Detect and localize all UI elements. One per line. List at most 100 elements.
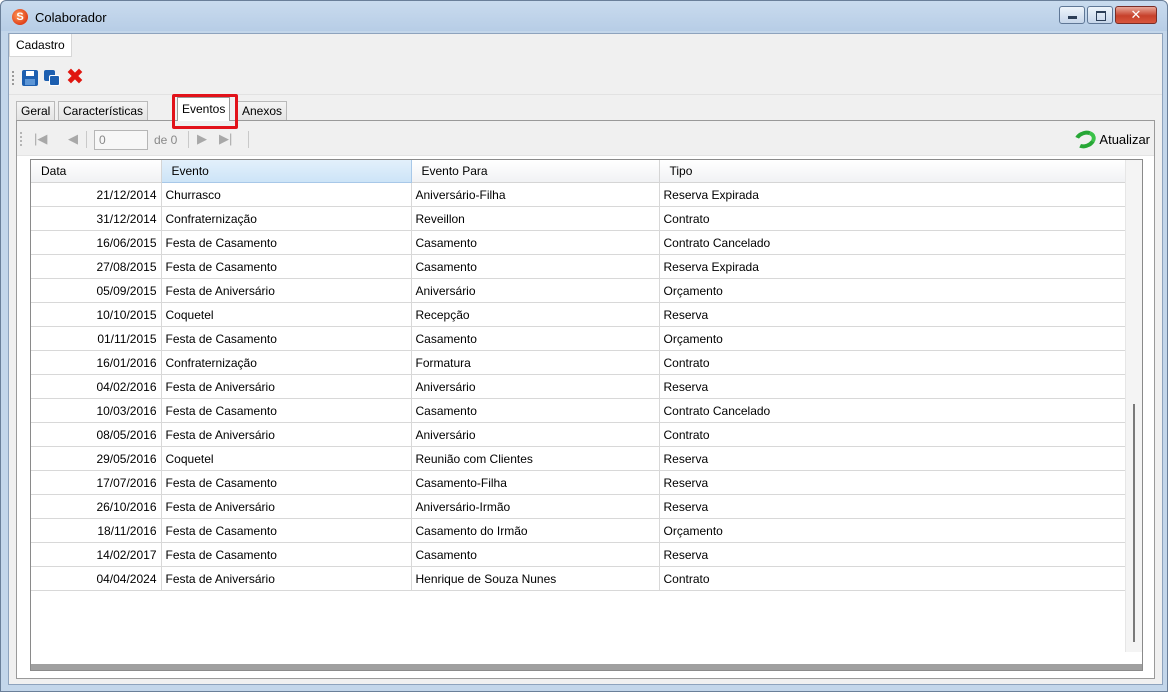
delete-icon[interactable]: ✖ bbox=[65, 66, 85, 88]
cell-data[interactable]: 18/11/2016 bbox=[31, 518, 162, 543]
column-header-tipo[interactable]: Tipo bbox=[659, 160, 1128, 183]
cell-evento-para[interactable]: Casamento bbox=[411, 542, 660, 567]
toolbar-grip[interactable] bbox=[12, 71, 16, 85]
cell-data[interactable]: 21/12/2014 bbox=[31, 182, 162, 207]
save-all-icon[interactable] bbox=[44, 70, 60, 86]
table-row[interactable]: 05/09/2015 Festa de Aniversário Aniversári… bbox=[31, 278, 1128, 303]
cell-tipo[interactable]: Contrato Cancelado bbox=[659, 398, 1128, 423]
cell-data[interactable]: 10/03/2016 bbox=[31, 398, 162, 423]
maximize-button[interactable] bbox=[1087, 6, 1113, 24]
cell-evento[interactable]: Churrasco bbox=[161, 182, 412, 207]
cell-evento-para[interactable]: Recepção bbox=[411, 302, 660, 327]
title-bar[interactable]: S Colaborador ✕ bbox=[1, 1, 1167, 33]
cell-evento-para[interactable]: Reunião com Clientes bbox=[411, 446, 660, 471]
cell-evento[interactable]: Festa de Aniversário bbox=[161, 494, 412, 519]
cell-evento-para[interactable]: Casamento bbox=[411, 326, 660, 351]
cell-evento-para[interactable]: Aniversário bbox=[411, 278, 660, 303]
events-grid[interactable]: Data Evento Evento Para Tipo 21/12/2014 C… bbox=[30, 159, 1143, 671]
cell-evento-para[interactable]: Casamento-Filha bbox=[411, 470, 660, 495]
table-row[interactable]: 04/04/2024 Festa de Aniversário Henrique d… bbox=[31, 566, 1128, 591]
cell-tipo[interactable]: Reserva Expirada bbox=[659, 254, 1128, 279]
table-row[interactable]: 17/07/2016 Festa de Casamento Casamento-Fi… bbox=[31, 470, 1128, 495]
table-row[interactable]: 10/03/2016 Festa de Casamento Casamento Con… bbox=[31, 398, 1128, 423]
cell-data[interactable]: 05/09/2015 bbox=[31, 278, 162, 303]
tab-caracteristicas[interactable]: Características bbox=[58, 101, 149, 120]
cell-data[interactable]: 04/04/2024 bbox=[31, 566, 162, 591]
table-row[interactable]: 01/11/2015 Festa de Casamento Casamento Orç… bbox=[31, 326, 1128, 351]
first-record-icon[interactable]: |◀ bbox=[34, 132, 47, 145]
table-row[interactable]: 18/11/2016 Festa de Casamento Casamento do… bbox=[31, 518, 1128, 543]
cell-tipo[interactable]: Contrato Cancelado bbox=[659, 230, 1128, 255]
cell-evento[interactable]: Festa de Casamento bbox=[161, 470, 412, 495]
cell-tipo[interactable]: Contrato bbox=[659, 350, 1128, 375]
next-record-icon[interactable]: ▶ bbox=[197, 132, 207, 145]
cell-tipo[interactable]: Reserva bbox=[659, 374, 1128, 399]
table-row[interactable]: 10/10/2015 Coquetel Recepção Reserva bbox=[31, 302, 1128, 327]
table-row[interactable]: 27/08/2015 Festa de Casamento Casamento Res… bbox=[31, 254, 1128, 279]
cell-evento-para[interactable]: Formatura bbox=[411, 350, 660, 375]
cell-evento[interactable]: Festa de Casamento bbox=[161, 518, 412, 543]
cell-evento[interactable]: Coquetel bbox=[161, 446, 412, 471]
last-record-icon[interactable]: ▶| bbox=[219, 132, 232, 145]
cell-tipo[interactable]: Reserva bbox=[659, 494, 1128, 519]
cell-tipo[interactable]: Reserva bbox=[659, 446, 1128, 471]
navigator-grip[interactable] bbox=[20, 132, 22, 146]
save-icon[interactable] bbox=[22, 70, 38, 86]
cell-evento-para[interactable]: Casamento bbox=[411, 230, 660, 255]
table-row[interactable]: 16/01/2016 Confraternização Formatura Contr… bbox=[31, 350, 1128, 375]
cell-data[interactable]: 16/06/2015 bbox=[31, 230, 162, 255]
scrollbar-thumb[interactable] bbox=[1133, 404, 1135, 642]
cell-evento[interactable]: Festa de Casamento bbox=[161, 230, 412, 255]
cell-tipo[interactable]: Orçamento bbox=[659, 278, 1128, 303]
cell-data[interactable]: 29/05/2016 bbox=[31, 446, 162, 471]
cell-evento-para[interactable]: Casamento bbox=[411, 254, 660, 279]
cell-data[interactable]: 26/10/2016 bbox=[31, 494, 162, 519]
cell-data[interactable]: 14/02/2017 bbox=[31, 542, 162, 567]
cell-evento[interactable]: Festa de Casamento bbox=[161, 254, 412, 279]
vertical-scrollbar[interactable] bbox=[1125, 160, 1142, 652]
cell-evento-para[interactable]: Aniversário-Irmão bbox=[411, 494, 660, 519]
cell-data[interactable]: 08/05/2016 bbox=[31, 422, 162, 447]
cell-evento[interactable]: Coquetel bbox=[161, 302, 412, 327]
table-row[interactable]: 08/05/2016 Festa de Aniversário Aniversári… bbox=[31, 422, 1128, 447]
cell-evento[interactable]: Festa de Aniversário bbox=[161, 422, 412, 447]
column-header-evento[interactable]: Evento bbox=[161, 160, 412, 183]
cell-data[interactable]: 16/01/2016 bbox=[31, 350, 162, 375]
cell-tipo[interactable]: Orçamento bbox=[659, 326, 1128, 351]
cell-tipo[interactable]: Reserva Expirada bbox=[659, 182, 1128, 207]
cell-data[interactable]: 04/02/2016 bbox=[31, 374, 162, 399]
record-position-input[interactable] bbox=[94, 130, 148, 150]
cell-evento[interactable]: Festa de Casamento bbox=[161, 398, 412, 423]
cell-evento-para[interactable]: Aniversário bbox=[411, 422, 660, 447]
table-row[interactable]: 04/02/2016 Festa de Aniversário Aniversári… bbox=[31, 374, 1128, 399]
cell-evento-para[interactable]: Aniversário-Filha bbox=[411, 182, 660, 207]
cell-evento-para[interactable]: Henrique de Souza Nunes bbox=[411, 566, 660, 591]
cell-tipo[interactable]: Contrato bbox=[659, 206, 1128, 231]
cell-evento-para[interactable]: Aniversário bbox=[411, 374, 660, 399]
cell-data[interactable]: 27/08/2015 bbox=[31, 254, 162, 279]
table-row[interactable]: 14/02/2017 Festa de Casamento Casamento Res… bbox=[31, 542, 1128, 567]
cell-evento[interactable]: Festa de Aniversário bbox=[161, 374, 412, 399]
cell-tipo[interactable]: Contrato bbox=[659, 566, 1128, 591]
refresh-button[interactable]: Atualizar bbox=[1072, 127, 1150, 152]
cell-data[interactable]: 01/11/2015 bbox=[31, 326, 162, 351]
cell-data[interactable]: 17/07/2016 bbox=[31, 470, 162, 495]
cell-evento[interactable]: Festa de Aniversário bbox=[161, 566, 412, 591]
cell-data[interactable]: 31/12/2014 bbox=[31, 206, 162, 231]
column-header-evento-para[interactable]: Evento Para bbox=[411, 160, 660, 183]
previous-record-icon[interactable]: ◀ bbox=[68, 132, 78, 145]
cell-tipo[interactable]: Orçamento bbox=[659, 518, 1128, 543]
table-row[interactable]: 29/05/2016 Coquetel Reunião com Clientes Re… bbox=[31, 446, 1128, 471]
cell-evento[interactable]: Festa de Casamento bbox=[161, 542, 412, 567]
table-row[interactable]: 16/06/2015 Festa de Casamento Casamento Con… bbox=[31, 230, 1128, 255]
cell-evento[interactable]: Confraternização bbox=[161, 350, 412, 375]
column-header-data[interactable]: Data bbox=[31, 160, 162, 183]
minimize-button[interactable] bbox=[1059, 6, 1085, 24]
close-button[interactable]: ✕ bbox=[1115, 6, 1157, 24]
table-row[interactable]: 21/12/2014 Churrasco Aniversário-Filha Rese… bbox=[31, 182, 1128, 207]
cell-evento-para[interactable]: Reveillon bbox=[411, 206, 660, 231]
cell-tipo[interactable]: Contrato bbox=[659, 422, 1128, 447]
table-row[interactable]: 31/12/2014 Confraternização Reveillon Contr… bbox=[31, 206, 1128, 231]
cell-tipo[interactable]: Reserva bbox=[659, 302, 1128, 327]
horizontal-scrollbar[interactable] bbox=[31, 664, 1142, 670]
